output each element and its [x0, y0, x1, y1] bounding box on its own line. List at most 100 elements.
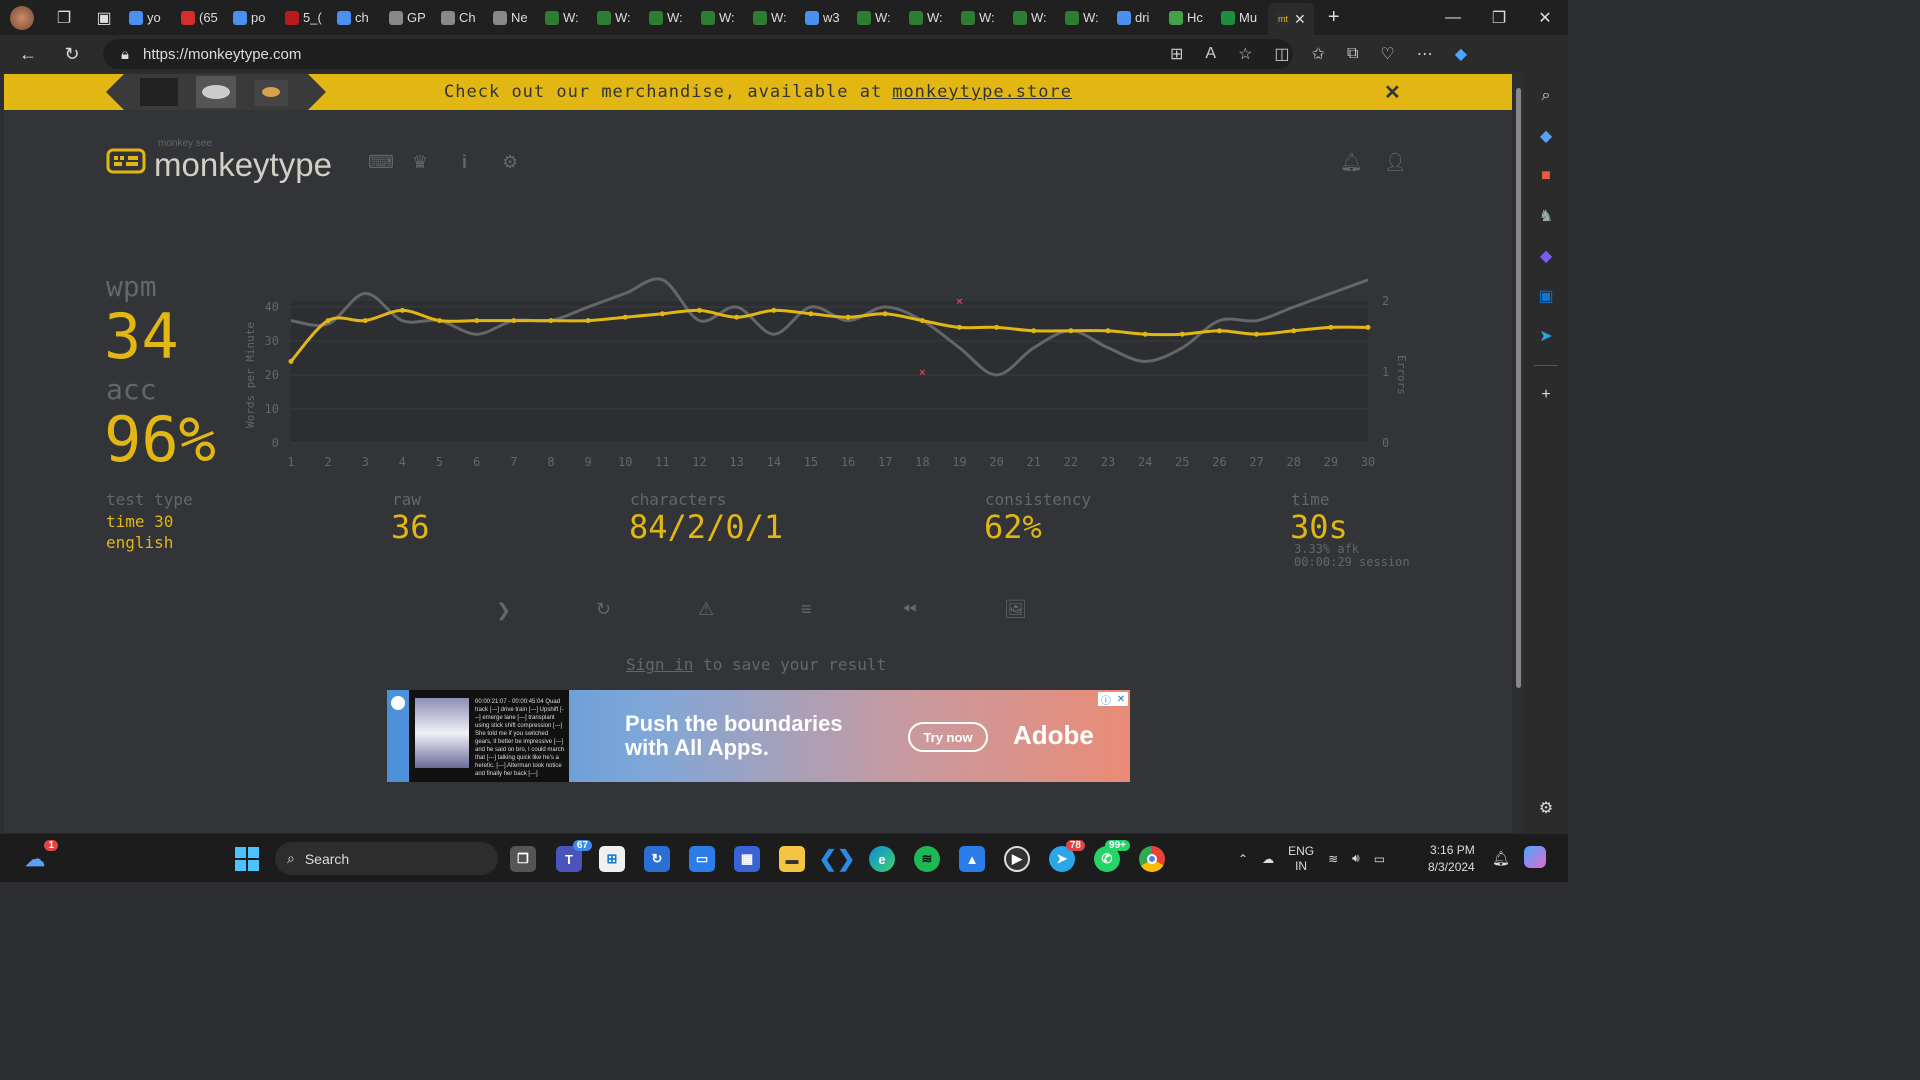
- banner-store-link[interactable]: monkeytype.store: [892, 82, 1072, 102]
- tab[interactable]: W:: [748, 4, 800, 32]
- chrome-icon[interactable]: [1139, 846, 1165, 872]
- tab[interactable]: W:: [852, 4, 904, 32]
- next-test-icon[interactable]: ❯: [496, 600, 511, 621]
- more-menu-icon[interactable]: ⋯: [1417, 44, 1433, 64]
- favorites-icon[interactable]: ✩: [1312, 44, 1325, 64]
- restart-test-icon[interactable]: ↻: [596, 599, 611, 620]
- calculator-app-icon[interactable]: ▦: [734, 846, 760, 872]
- start-button[interactable]: [234, 846, 260, 872]
- copilot-taskbar-icon[interactable]: [1524, 846, 1546, 868]
- adobe-ad[interactable]: 00:00:21:07 - 00:00:45:04 Quad track [--…: [387, 690, 1130, 782]
- ad-info-icon[interactable]: ⓘ: [1101, 692, 1111, 707]
- browser-essentials-icon[interactable]: ♡: [1380, 44, 1394, 64]
- tab[interactable]: ch: [332, 4, 384, 32]
- report-warning-icon[interactable]: ⚠: [698, 599, 714, 620]
- keyboard-icon[interactable]: ⌨: [368, 152, 394, 173]
- tab[interactable]: W:: [956, 4, 1008, 32]
- page-scrollbar-thumb[interactable]: [1516, 88, 1521, 688]
- copilot-icon[interactable]: ◆: [1455, 44, 1467, 64]
- app-available-icon[interactable]: ⊞: [1170, 44, 1183, 64]
- tab[interactable]: W:: [1008, 4, 1060, 32]
- photos-icon[interactable]: ▲: [959, 846, 985, 872]
- tools-briefcase-icon[interactable]: ■: [1535, 165, 1557, 187]
- tab[interactable]: w3: [800, 4, 852, 32]
- account-user-icon[interactable]: 👤︎: [1384, 152, 1407, 173]
- profile-avatar[interactable]: [0, 0, 44, 35]
- tab[interactable]: W:: [1060, 4, 1112, 32]
- zoom-icon[interactable]: ▭: [689, 846, 715, 872]
- address-bar[interactable]: 🔒︎ https://monkeytype.com: [103, 39, 1293, 69]
- shopping-tag-icon[interactable]: ◆: [1535, 125, 1557, 147]
- favorite-star-icon[interactable]: ☆: [1238, 44, 1252, 64]
- collections-icon[interactable]: ⧉: [1347, 45, 1358, 63]
- search-icon[interactable]: ⌕: [1535, 85, 1557, 107]
- tab[interactable]: W:: [592, 4, 644, 32]
- edge-icon[interactable]: e: [869, 846, 895, 872]
- restore-button[interactable]: ❐: [1476, 0, 1522, 35]
- tab[interactable]: Hc: [1164, 4, 1216, 32]
- tab[interactable]: Mu: [1216, 4, 1268, 32]
- replay-rewind-icon[interactable]: ⏪︎: [902, 599, 916, 620]
- read-aloud-icon[interactable]: A: [1205, 45, 1216, 63]
- info-icon[interactable]: i: [462, 152, 467, 173]
- back-button[interactable]: ←: [6, 35, 50, 73]
- ad-cta-button[interactable]: Try now: [908, 722, 988, 752]
- minimize-button[interactable]: —: [1430, 0, 1476, 35]
- lock-icon[interactable]: 🔒︎: [121, 46, 129, 63]
- logo[interactable]: monkey see monkeytype: [106, 138, 332, 184]
- tray-overflow-icon[interactable]: ⌃: [1238, 852, 1248, 866]
- close-window-button[interactable]: ✕: [1522, 0, 1568, 35]
- taskbar-clock[interactable]: 3:16 PM 8/3/2024: [1428, 842, 1475, 876]
- banner-close-button[interactable]: ✕: [1384, 80, 1401, 105]
- tab[interactable]: W:: [904, 4, 956, 32]
- ad-choices-close[interactable]: ⓘ ✕: [1098, 692, 1128, 707]
- tab[interactable]: Ne: [488, 4, 540, 32]
- screenshot-image-icon[interactable]: 🖼︎: [1004, 599, 1027, 620]
- tab[interactable]: Ch: [436, 4, 488, 32]
- add-sidebar-app-icon[interactable]: +: [1535, 384, 1557, 406]
- games-icon[interactable]: ♞: [1535, 205, 1557, 227]
- outlook-icon[interactable]: ▣: [1535, 285, 1557, 307]
- settings-gear-icon[interactable]: ⚙: [502, 152, 518, 173]
- task-view-icon[interactable]: ❐: [510, 846, 536, 872]
- tab-active[interactable]: mt ✕: [1268, 3, 1314, 35]
- widgets-icon[interactable]: ☁ 1: [22, 840, 58, 872]
- refresh-button[interactable]: ↻: [50, 35, 94, 73]
- tab[interactable]: W:: [644, 4, 696, 32]
- tab[interactable]: W:: [540, 4, 592, 32]
- telegram-icon[interactable]: ➤ 78: [1049, 840, 1085, 872]
- battery-icon[interactable]: ▭: [1374, 852, 1385, 866]
- words-history-icon[interactable]: ≡: [801, 599, 812, 620]
- sidebar-settings-icon[interactable]: ⚙: [1535, 797, 1557, 819]
- send-icon[interactable]: ➤: [1535, 325, 1557, 347]
- copilot-sidebar-icon[interactable]: ◆: [1535, 245, 1557, 267]
- notification-center-icon[interactable]: 🔔︎: [1492, 850, 1510, 867]
- workspaces-icon[interactable]: ❐: [44, 0, 84, 35]
- new-tab-button[interactable]: +: [1314, 0, 1354, 35]
- volume-icon[interactable]: 🔊︎: [1352, 851, 1360, 866]
- media-player-icon[interactable]: ▶: [1004, 846, 1030, 872]
- tab-actions-icon[interactable]: ▣: [84, 0, 124, 35]
- tab[interactable]: po: [228, 4, 280, 32]
- tab[interactable]: W:: [696, 4, 748, 32]
- teams-icon[interactable]: T 67: [556, 840, 592, 872]
- close-tab-icon[interactable]: ✕: [1294, 11, 1306, 28]
- store-icon[interactable]: ⊞: [599, 846, 625, 872]
- tab[interactable]: dri: [1112, 4, 1164, 32]
- taskbar-search[interactable]: ⌕ Search: [275, 842, 498, 875]
- whatsapp-icon[interactable]: ✆ 99+: [1094, 840, 1130, 872]
- wifi-icon[interactable]: ≋: [1328, 852, 1338, 866]
- split-screen-icon[interactable]: ◫: [1274, 44, 1289, 64]
- signin-link[interactable]: Sign in: [626, 655, 693, 674]
- tab[interactable]: yo: [124, 4, 176, 32]
- language-indicator[interactable]: ENG IN: [1288, 844, 1314, 874]
- tab[interactable]: 5_(: [280, 4, 332, 32]
- onedrive-icon[interactable]: ☁: [1262, 852, 1274, 866]
- notification-bell-icon[interactable]: 🔔︎: [1340, 152, 1363, 173]
- spotify-icon[interactable]: ≋: [914, 846, 940, 872]
- vscode-icon[interactable]: ❮❯: [819, 846, 856, 872]
- file-explorer-icon[interactable]: ▬: [779, 846, 805, 872]
- crown-icon[interactable]: ♛: [412, 152, 428, 173]
- tab[interactable]: (65: [176, 4, 228, 32]
- ad-close-icon[interactable]: ✕: [1117, 694, 1125, 705]
